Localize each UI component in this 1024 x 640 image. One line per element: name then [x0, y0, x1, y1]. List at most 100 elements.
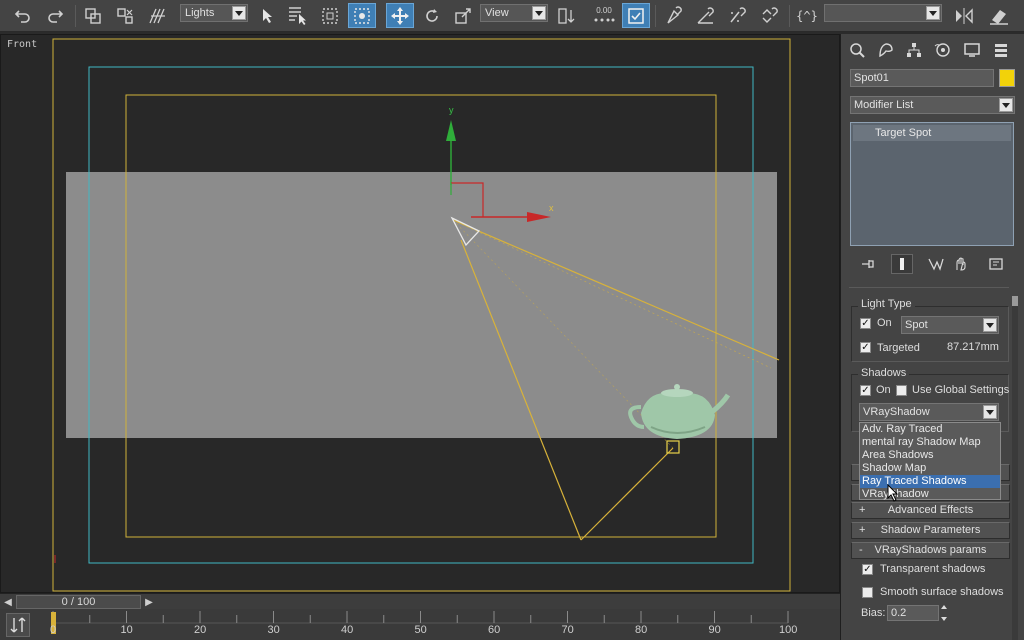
edit-named-selection-icon[interactable]: {^}: [794, 3, 820, 28]
hierarchy-tab-icon[interactable]: [903, 40, 925, 60]
light-type-group: [851, 306, 1009, 362]
light-on-checkbox[interactable]: ✓: [860, 318, 871, 329]
selection-filter-dropdown[interactable]: Lights: [180, 4, 248, 22]
keyboard-shortcut-override-icon[interactable]: [622, 3, 650, 28]
use-pivot-center-icon[interactable]: [552, 3, 582, 28]
shadow-option[interactable]: Area Shadows: [860, 449, 1000, 462]
rollout-shadow-parameters[interactable]: + Shadow Parameters: [851, 522, 1010, 539]
use-global-settings-checkbox[interactable]: [896, 385, 907, 396]
spinner-up-icon[interactable]: [941, 605, 947, 609]
shadow-option[interactable]: mental ray Shadow Map: [860, 436, 1000, 449]
mirror-icon[interactable]: [950, 3, 978, 28]
panel-scrollbar[interactable]: [1012, 296, 1018, 640]
ruler-tick-label: 10: [120, 624, 133, 636]
rollout-expand-icon: +: [859, 504, 866, 516]
rollout-expand-icon: +: [859, 524, 866, 536]
viewport-label[interactable]: Front: [7, 39, 37, 50]
named-selection-sets-dropdown[interactable]: [824, 4, 942, 22]
chevron-down-icon: [983, 318, 997, 332]
remove-modifier-icon[interactable]: [949, 254, 971, 274]
panel-divider: [849, 287, 1009, 288]
modifier-stack[interactable]: Target Spot: [850, 122, 1014, 246]
transparent-shadows-label: Transparent shadows: [880, 563, 986, 575]
shadow-type-value: VRayShadow: [863, 406, 930, 418]
use-global-settings-label: Use Global Settings: [912, 384, 1010, 396]
select-and-rotate-icon[interactable]: [420, 3, 444, 28]
ruler-tick-label: 40: [341, 624, 354, 636]
select-and-move-icon[interactable]: [386, 3, 414, 28]
undo-icon[interactable]: [10, 3, 36, 28]
select-by-name-icon[interactable]: [284, 3, 312, 28]
select-and-link-icon[interactable]: [80, 3, 106, 28]
snaps-toggle-icon[interactable]: [660, 3, 688, 28]
next-frame-icon[interactable]: ▶: [142, 594, 156, 610]
ref-coord-system-dropdown[interactable]: View: [480, 4, 548, 22]
object-color-swatch[interactable]: [999, 69, 1015, 87]
track-bar[interactable]: 0 10 20 30 40 50 60 70 80 90 100: [0, 609, 840, 640]
ref-coord-system-value: View: [485, 7, 509, 19]
rollout-vrayshadows-params[interactable]: - VRayShadows params: [851, 542, 1010, 559]
configure-modifier-sets-icon[interactable]: [985, 254, 1007, 274]
light-type-title: Light Type: [858, 298, 915, 310]
front-viewport[interactable]: y x Front: [0, 34, 840, 593]
rollout-advanced-effects[interactable]: + Advanced Effects: [851, 502, 1010, 519]
modify-tab-icon[interactable]: [875, 40, 897, 60]
ruler-tick-label: 70: [561, 624, 574, 636]
stack-item-target-spot[interactable]: Target Spot: [853, 125, 1011, 141]
show-end-result-icon[interactable]: [891, 254, 913, 274]
utilities-tab-icon[interactable]: [990, 40, 1012, 60]
select-and-manipulate-icon[interactable]: 0.00: [588, 3, 620, 28]
shadow-option[interactable]: VRayShadow: [860, 488, 1000, 501]
angle-snap-toggle-icon[interactable]: [692, 3, 720, 28]
select-object-icon[interactable]: [256, 3, 278, 28]
shadow-type-options-list[interactable]: Adv. Ray Traced mental ray Shadow Map Ar…: [859, 422, 1001, 500]
bias-field[interactable]: 0.2: [887, 605, 939, 621]
transparent-shadows-checkbox[interactable]: ✓: [862, 564, 873, 575]
smooth-surface-shadows-checkbox[interactable]: [862, 587, 873, 598]
bias-spinner[interactable]: [940, 605, 948, 621]
select-and-scale-icon[interactable]: [450, 3, 476, 28]
ruler-tick-label: 50: [414, 624, 427, 636]
shadows-on-checkbox[interactable]: ✓: [860, 385, 871, 396]
ruler-tick-label: 60: [488, 624, 501, 636]
targeted-checkbox[interactable]: ✓: [860, 342, 871, 353]
rollout-collapse-icon: -: [859, 544, 863, 556]
light-on-label: On: [877, 317, 892, 329]
modifier-list-dropdown[interactable]: Modifier List: [850, 96, 1015, 114]
shadow-option[interactable]: Shadow Map: [860, 462, 1000, 475]
redo-icon[interactable]: [42, 3, 68, 28]
rollout-label: Shadow Parameters: [880, 524, 981, 536]
light-type-dropdown[interactable]: Spot: [901, 316, 999, 334]
spinner-down-icon[interactable]: [941, 617, 947, 621]
rollout-label: Advanced Effects: [887, 504, 974, 516]
bind-to-space-warp-icon[interactable]: [144, 3, 172, 28]
shadow-option[interactable]: Ray Traced Shadows: [860, 475, 1000, 488]
light-type-value: Spot: [905, 319, 928, 331]
pin-stack-icon[interactable]: [857, 254, 879, 274]
shadow-type-dropdown[interactable]: VRayShadow: [859, 403, 999, 421]
shadow-option[interactable]: Adv. Ray Traced: [860, 423, 1000, 436]
previous-frame-icon[interactable]: ◀: [1, 594, 15, 610]
spot-target-marker[interactable]: [666, 440, 680, 454]
check-icon: ✓: [861, 385, 870, 396]
window-crossing-icon[interactable]: [348, 3, 376, 28]
create-tab-icon[interactable]: [846, 40, 868, 60]
object-name-field[interactable]: Spot01: [850, 69, 994, 87]
percent-snap-toggle-icon[interactable]: [724, 3, 752, 28]
panel-scroll-thumb[interactable]: [1012, 296, 1018, 306]
frame-display: 0 / 100: [61, 596, 96, 608]
check-icon: ✓: [863, 564, 872, 575]
ruler-tick-label: 100: [779, 624, 798, 636]
time-slider[interactable]: 0 / 100: [16, 595, 141, 609]
viewport-scene: y x: [52, 38, 791, 592]
display-tab-icon[interactable]: [961, 40, 983, 60]
axis-x-label: x: [549, 203, 554, 213]
bias-value: 0.2: [891, 607, 907, 619]
rectangular-selection-icon[interactable]: [318, 3, 342, 28]
align-icon[interactable]: [984, 3, 1014, 28]
motion-tab-icon[interactable]: [932, 40, 954, 60]
chevron-down-icon: [232, 6, 246, 20]
unlink-selection-icon[interactable]: [112, 3, 138, 28]
spinner-snap-toggle-icon[interactable]: [756, 3, 784, 28]
make-unique-icon[interactable]: [925, 254, 947, 274]
